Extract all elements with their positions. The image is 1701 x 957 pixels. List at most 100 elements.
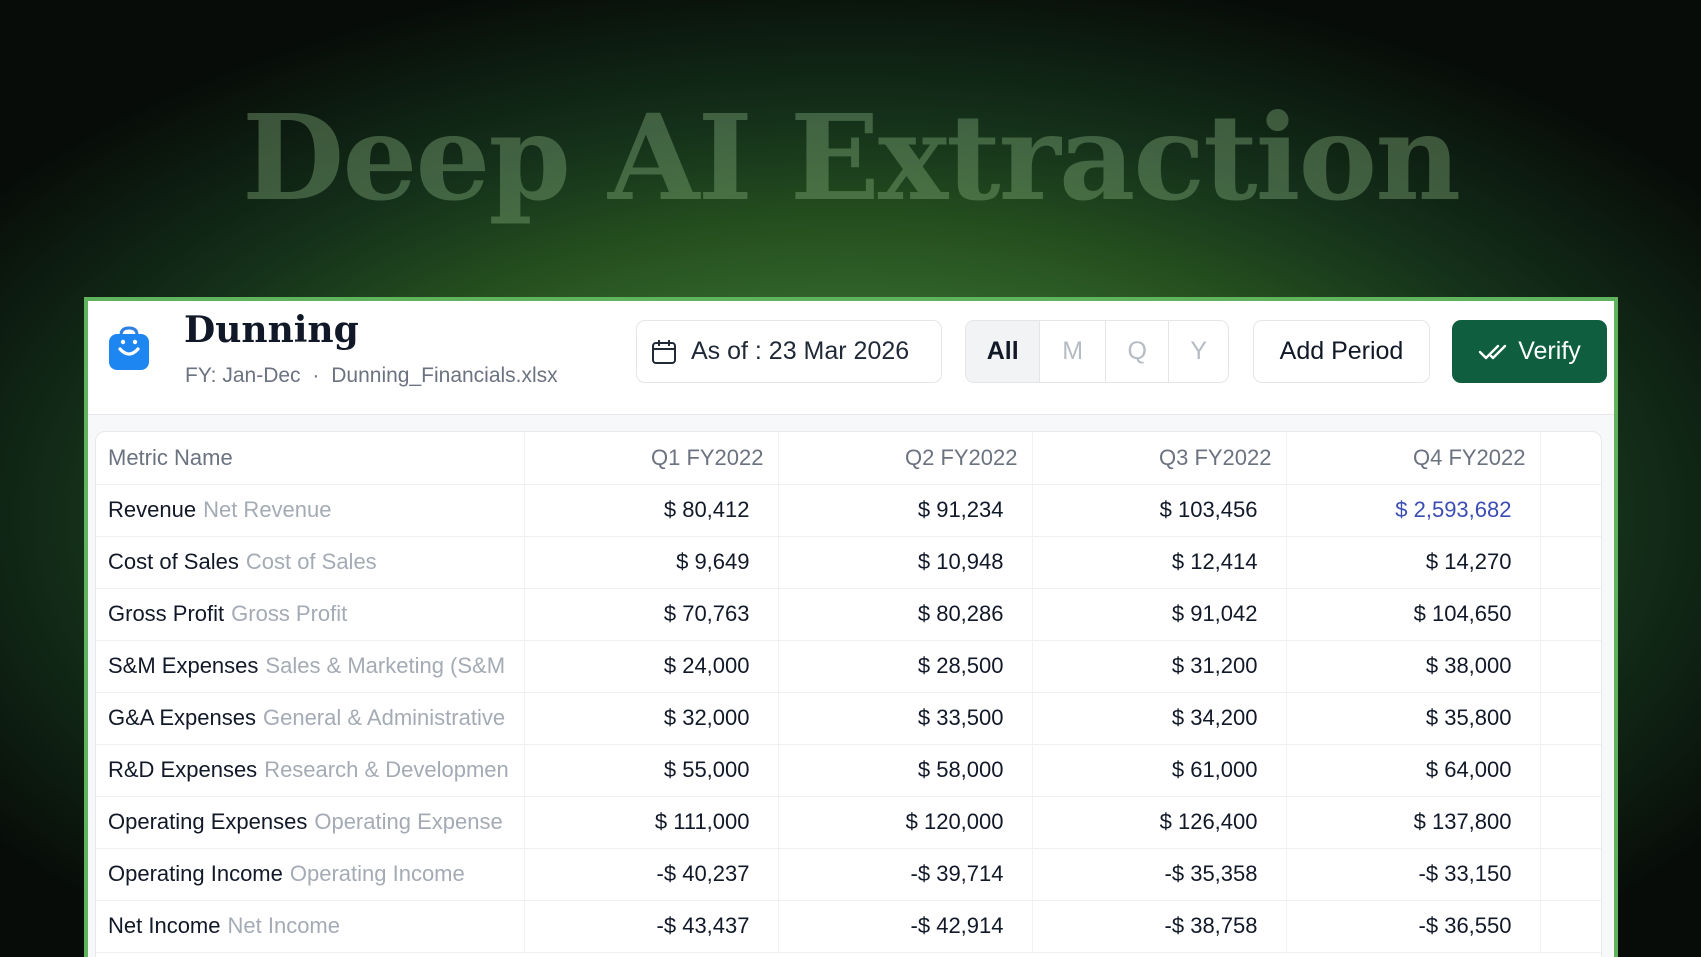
value-cell[interactable]: $ 80,412 <box>523 484 778 537</box>
as-of-label: As of : 23 Mar 2026 <box>691 337 910 365</box>
value-cell[interactable]: -$ 38,758 <box>1031 900 1286 953</box>
column-header[interactable]: Q4 FY2022 <box>1285 432 1540 485</box>
metric-name-cell[interactable]: Cost of Sales Cost of Sales <box>96 536 524 589</box>
metrics-table-card: Metric Name Q1 FY2022 Q2 FY2022 Q3 FY202… <box>95 431 1602 957</box>
column-header[interactable]: Metric Name <box>96 432 524 485</box>
value-cell[interactable]: -$ 33,150 <box>1285 848 1540 901</box>
value-cell[interactable]: $ 2,593,682 <box>1285 484 1540 537</box>
metric-name-cell[interactable]: Operating Expenses Operating Expense <box>96 796 524 849</box>
metric-name: Net Income <box>108 913 221 938</box>
value-cell[interactable]: -$ 39,714 <box>777 848 1032 901</box>
verify-button[interactable]: Verify <box>1452 320 1607 383</box>
row-spacer <box>1539 796 1601 849</box>
value-cell[interactable]: -$ 43,437 <box>523 900 778 953</box>
metric-name-cell[interactable]: G&A Expenses General & Administrative <box>96 692 524 745</box>
filter-year[interactable]: Y <box>1168 321 1228 382</box>
value-cell[interactable]: $ 55,000 <box>523 744 778 797</box>
table-row[interactable]: Revenue Net Revenue $ 80,412 $ 91,234 $ 103,… <box>96 484 1601 537</box>
as-of-date-picker[interactable]: As of : 23 Mar 2026 <box>636 320 942 383</box>
value-cell[interactable]: -$ 42,914 <box>777 900 1032 953</box>
value-cell[interactable]: $ 10,948 <box>777 536 1032 589</box>
metric-name-cell[interactable]: S&M Expenses Sales & Marketing (S&M <box>96 640 524 693</box>
metric-source-alias: Gross Profit <box>231 601 348 626</box>
table-row[interactable]: G&A Expenses General & Administrative $ 32… <box>96 692 1601 745</box>
value-cell[interactable]: $ 137,800 <box>1285 796 1540 849</box>
metric-source-alias: Net Income <box>227 913 341 938</box>
row-spacer <box>1539 848 1601 901</box>
metric-name: R&D Expenses <box>108 757 258 782</box>
row-spacer <box>1539 588 1601 641</box>
metric-source-alias: Research & Developmen <box>264 757 509 782</box>
table-row[interactable]: Gross Profit Gross Profit $ 70,763 $ 80,286… <box>96 588 1601 641</box>
source-file-name[interactable]: Dunning_Financials.xlsx <box>331 364 557 388</box>
filter-quarter[interactable]: Q <box>1104 321 1169 382</box>
filter-all[interactable]: All <box>966 321 1040 382</box>
value-cell[interactable]: $ 24,000 <box>523 640 778 693</box>
hero-title: Deep AI Extraction <box>241 88 1461 227</box>
value-cell[interactable]: $ 58,000 <box>777 744 1032 797</box>
table-row[interactable]: Net Income Net Income -$ 43,437 -$ 42,914 -$… <box>96 900 1601 953</box>
value-cell[interactable]: $ 33,500 <box>777 692 1032 745</box>
value-cell[interactable]: $ 64,000 <box>1285 744 1540 797</box>
value-cell[interactable]: $ 61,000 <box>1031 744 1286 797</box>
value-cell[interactable]: $ 80,286 <box>777 588 1032 641</box>
value-cell[interactable]: $ 38,000 <box>1285 640 1540 693</box>
table-row[interactable]: Cost of Sales Cost of Sales $ 9,649 $ 10,94… <box>96 536 1601 589</box>
table-header-row: Metric Name Q1 FY2022 Q2 FY2022 Q3 FY202… <box>96 432 1601 485</box>
value-cell[interactable]: $ 9,649 <box>523 536 778 589</box>
table-row[interactable]: S&M Expenses Sales & Marketing (S&M $ 24,0… <box>96 640 1601 693</box>
value-cell[interactable]: $ 31,200 <box>1031 640 1286 693</box>
value-cell[interactable]: $ 12,414 <box>1031 536 1286 589</box>
metric-name: Operating Income <box>108 861 283 886</box>
filter-month[interactable]: M <box>1039 321 1105 382</box>
value-cell[interactable]: $ 111,000 <box>523 796 778 849</box>
table-row[interactable]: Operating Expenses Operating Expense $ 111… <box>96 796 1601 849</box>
value-cell[interactable]: $ 120,000 <box>777 796 1032 849</box>
add-period-button[interactable]: Add Period <box>1253 320 1430 383</box>
column-header[interactable]: Q1 FY2022 <box>523 432 778 485</box>
metric-source-alias: Operating Expense <box>314 809 503 834</box>
value-cell[interactable]: $ 126,400 <box>1031 796 1286 849</box>
value-cell[interactable]: -$ 36,550 <box>1285 900 1540 953</box>
metric-name-cell[interactable]: Net Income Net Income <box>96 900 524 953</box>
row-spacer <box>1539 536 1601 589</box>
verify-label: Verify <box>1518 337 1581 365</box>
table-row[interactable]: Operating Income Operating Income -$ 40,23… <box>96 848 1601 901</box>
value-cell[interactable]: $ 32,000 <box>523 692 778 745</box>
value-cell[interactable]: $ 104,650 <box>1285 588 1540 641</box>
metric-name: Operating Expenses <box>108 809 308 834</box>
metric-name-cell[interactable]: R&D Expenses Research & Developmen <box>96 744 524 797</box>
metric-name-cell[interactable]: Operating Income Operating Income <box>96 848 524 901</box>
panel-header: Dunning FY: Jan-Dec · Dunning_Financials… <box>88 301 1614 415</box>
column-header[interactable]: Q3 FY2022 <box>1031 432 1286 485</box>
metric-name-cell[interactable]: Gross Profit Gross Profit <box>96 588 524 641</box>
fiscal-year: FY: Jan-Dec <box>185 364 301 387</box>
metric-source-alias: Operating Income <box>289 861 465 886</box>
column-header[interactable]: Q2 FY2022 <box>777 432 1032 485</box>
metric-source-alias: Cost of Sales <box>245 549 377 574</box>
row-spacer <box>1539 484 1601 537</box>
column-header-spacer <box>1539 432 1601 485</box>
table-row[interactable]: R&D Expenses Research & Developmen $ 55,00… <box>96 744 1601 797</box>
value-cell[interactable]: $ 91,042 <box>1031 588 1286 641</box>
metric-name: Gross Profit <box>108 601 225 626</box>
value-cell[interactable]: $ 14,270 <box>1285 536 1540 589</box>
value-cell[interactable]: $ 28,500 <box>777 640 1032 693</box>
row-spacer <box>1539 692 1601 745</box>
company-meta: FY: Jan-Dec · Dunning_Financials.xlsx <box>185 364 558 388</box>
row-spacer <box>1539 744 1601 797</box>
company-name: Dunning <box>184 309 359 351</box>
period-filter: All M Q Y <box>965 320 1229 383</box>
shopping-bag-icon <box>108 325 150 371</box>
value-cell[interactable]: $ 34,200 <box>1031 692 1286 745</box>
value-cell[interactable]: $ 91,234 <box>777 484 1032 537</box>
value-cell[interactable]: -$ 40,237 <box>523 848 778 901</box>
value-cell[interactable]: $ 70,763 <box>523 588 778 641</box>
value-cell[interactable]: -$ 35,358 <box>1031 848 1286 901</box>
double-check-icon <box>1479 344 1507 359</box>
metric-source-alias: General & Administrative <box>262 705 506 730</box>
value-cell[interactable]: $ 35,800 <box>1285 692 1540 745</box>
value-cell[interactable]: $ 103,456 <box>1031 484 1286 537</box>
financials-panel: Dunning FY: Jan-Dec · Dunning_Financials… <box>84 297 1618 957</box>
metric-name-cell[interactable]: Revenue Net Revenue <box>96 484 524 537</box>
